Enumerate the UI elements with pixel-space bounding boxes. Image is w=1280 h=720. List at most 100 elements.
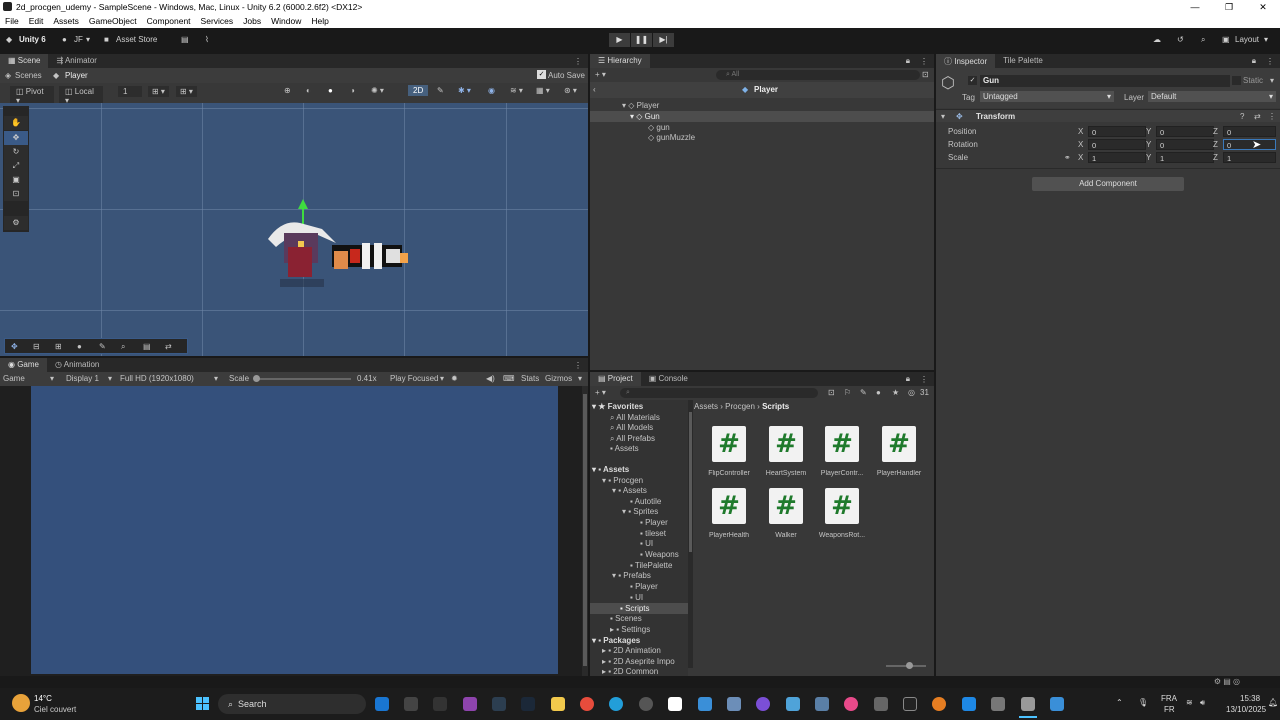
shuffle-overlay-icon[interactable]: ⇄ <box>165 342 172 351</box>
grid-overlay-icon[interactable]: ⊞ <box>55 342 62 351</box>
maximize-button[interactable]: ❐ <box>1212 0 1246 14</box>
rect-tool-icon[interactable]: ▣ <box>4 173 28 187</box>
app-icon[interactable] <box>463 697 477 711</box>
add-button[interactable]: + ▾ <box>595 70 606 79</box>
menu-help[interactable]: Help <box>311 16 328 26</box>
position-z-field[interactable]: 0 <box>1223 126 1276 137</box>
tab-tile-palette[interactable]: Tile Palette <box>995 54 1051 68</box>
menu-window[interactable]: Window <box>271 16 301 26</box>
asset-walker[interactable]: # Walker <box>760 488 812 539</box>
lock-icon[interactable]: 🔒︎ <box>1248 54 1260 68</box>
player-sprite[interactable] <box>262 199 412 289</box>
shading-lit-icon[interactable]: ◑ <box>350 86 355 95</box>
more-options-icon[interactable]: ⋮ <box>568 55 588 68</box>
lighting-icon[interactable]: ✺ ▾ <box>371 86 384 95</box>
tree-weapons[interactable]: ▪ Weapons <box>640 550 679 559</box>
static-checkbox[interactable] <box>1232 76 1241 85</box>
tree-autotile[interactable]: ▪ Autotile <box>630 497 661 506</box>
hierarchy-search-input[interactable]: ⌕ All <box>716 70 920 80</box>
tree-all-models[interactable]: ⌕ All Models <box>610 423 653 433</box>
cloud-icon[interactable]: ⌇ <box>205 35 209 44</box>
menu-edit[interactable]: Edit <box>29 16 44 26</box>
layers-dropdown-icon[interactable]: ≋ ▾ <box>510 86 523 95</box>
tree-2d-aseprite[interactable]: ▸ ▪ 2D Aseprite Impo <box>602 657 675 666</box>
breadcrumb-player[interactable]: Player <box>65 71 88 80</box>
breadcrumb-assets[interactable]: Assets <box>694 402 718 411</box>
app-icon[interactable] <box>756 697 770 711</box>
app-icon[interactable] <box>404 697 418 711</box>
scale-slider-handle[interactable] <box>253 375 260 382</box>
tile-overlay-icon[interactable]: ▤ <box>143 342 151 351</box>
file-explorer-icon[interactable] <box>551 697 565 711</box>
game-scrollbar-thumb[interactable] <box>583 394 587 666</box>
project-search-input[interactable]: ⌕ <box>620 388 818 398</box>
tab-animation[interactable]: ◷ Animation <box>47 358 107 372</box>
move-tool-icon[interactable]: ✥ <box>4 131 28 145</box>
microphone-icon[interactable]: 🎙︎ <box>1138 698 1148 707</box>
asset-weaponsrotation[interactable]: # WeaponsRot... <box>816 488 868 539</box>
icon-size-slider[interactable] <box>886 662 926 669</box>
folder-tree-scrollbar[interactable] <box>688 400 693 668</box>
unity-version-button[interactable]: Unity 6 <box>19 35 46 44</box>
scale-slider[interactable] <box>253 375 351 382</box>
visibility-icon[interactable]: ◉ <box>488 86 495 95</box>
filter-icon[interactable]: ⚐ <box>844 388 851 397</box>
hierarchy-item-gun-sprite[interactable]: ◇ gun <box>648 123 670 132</box>
breadcrumb-scenes[interactable]: Scenes <box>15 71 42 80</box>
more-options-icon[interactable]: ⋮ <box>914 55 934 68</box>
game-scrollbar[interactable] <box>582 386 588 676</box>
search-overlay-icon[interactable]: ⌕ <box>121 342 125 352</box>
link-icon[interactable]: ⚭ <box>1064 153 1071 162</box>
shading-wire-icon[interactable]: ◐ <box>306 86 311 95</box>
blender-icon[interactable] <box>932 697 946 711</box>
menu-component[interactable]: Component <box>147 16 191 26</box>
play-button[interactable]: ▶ <box>609 33 630 47</box>
tree-scenes[interactable]: ▪ Scenes <box>610 614 642 623</box>
info-icon[interactable]: ● <box>876 388 881 397</box>
mute-icon[interactable]: ◀) <box>486 374 495 383</box>
rotation-z-field[interactable]: 0 <box>1223 139 1276 150</box>
vscode-icon[interactable] <box>962 697 976 711</box>
stats-button[interactable]: Stats <box>521 374 539 383</box>
rotation-y-field[interactable]: 0 <box>1156 139 1214 150</box>
unity-hub-icon[interactable] <box>874 697 888 711</box>
tree-tileset[interactable]: ▪ tileset <box>640 529 666 538</box>
tab-game[interactable]: ◉ Game <box>0 358 47 372</box>
tree-prefabs-ui[interactable]: ▪ UI <box>630 593 643 602</box>
tag-dropdown[interactable]: Untagged ▾ <box>980 91 1114 102</box>
tree-packages[interactable]: ▾ ▪ Packages <box>592 636 640 645</box>
tab-console[interactable]: ▣ Console <box>641 372 696 386</box>
tab-scene[interactable]: ▦ Scene <box>0 54 49 68</box>
tree-2d-common[interactable]: ▸ ▪ 2D Common <box>602 667 658 676</box>
icon-size-slider-handle[interactable] <box>906 662 913 669</box>
github-icon[interactable] <box>639 697 653 711</box>
hierarchy-item-gunmuzzle[interactable]: ◇ gunMuzzle <box>648 133 695 142</box>
tree-sprites[interactable]: ▾ ▪ Sprites <box>622 507 658 516</box>
snap-overlay-icon[interactable]: ⊟ <box>33 342 40 351</box>
search-icon[interactable]: ⌕ <box>1201 35 1205 45</box>
app-icon[interactable] <box>815 697 829 711</box>
move-overlay-icon[interactable]: ✥ <box>11 342 18 351</box>
layers-icon[interactable]: ▤ <box>181 35 189 44</box>
tree-all-materials[interactable]: ⌕ All Materials <box>610 413 660 423</box>
asset-playerhandler[interactable]: # PlayerHandler <box>873 426 925 477</box>
help-icon[interactable]: ? <box>1240 112 1244 121</box>
layout-dropdown[interactable]: Layout <box>1235 35 1259 44</box>
back-arrow-icon[interactable]: ‹ <box>593 85 596 94</box>
tree-settings[interactable]: ▸ ▪ Settings <box>610 625 650 634</box>
position-x-field[interactable]: 0 <box>1088 126 1146 137</box>
game-dropdown[interactable]: Game <box>3 374 25 383</box>
app-icon[interactable] <box>786 697 800 711</box>
lock-icon[interactable]: 🔒︎ <box>902 372 914 386</box>
collapse-arrow-icon[interactable]: ▾ <box>941 112 945 121</box>
resolution-dropdown[interactable]: Full HD (1920x1080) <box>120 374 194 383</box>
tree-sprites-player[interactable]: ▪ Player <box>640 518 668 527</box>
pause-button[interactable]: ❚❚ <box>631 33 652 47</box>
keyboard-layout[interactable]: FR <box>1164 705 1175 714</box>
tree-prefabs-player[interactable]: ▪ Player <box>630 582 658 591</box>
windows-start-icon[interactable] <box>196 697 210 711</box>
effects-icon[interactable]: ✱ ▾ <box>458 86 471 95</box>
gizmos-icon[interactable]: ⊛ ▾ <box>564 86 577 95</box>
position-y-field[interactable]: 0 <box>1156 126 1214 137</box>
gizmos-button[interactable]: Gizmos <box>545 374 572 383</box>
